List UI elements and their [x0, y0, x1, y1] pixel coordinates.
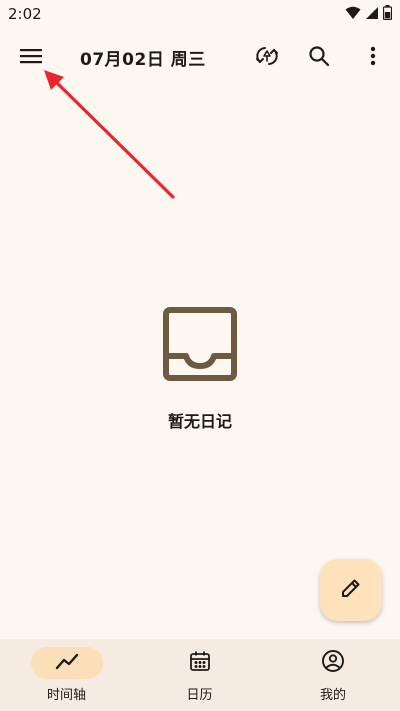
pencil-icon — [340, 577, 362, 603]
new-diary-fab[interactable] — [320, 559, 382, 621]
search-button[interactable] — [299, 38, 339, 78]
cell-signal-icon — [365, 5, 379, 24]
calendar-icon — [189, 650, 211, 676]
nav-active-indicator — [30, 647, 103, 679]
page-title: 07月02日 周三 — [80, 50, 206, 70]
nav-label-calendar: 日历 — [186, 688, 213, 703]
menu-button[interactable] — [11, 38, 51, 78]
empty-state: 暂无日记 — [0, 306, 400, 432]
top-app-bar: 07月02日 周三 — [0, 32, 400, 84]
more-options-button[interactable] — [353, 38, 393, 78]
nav-item-profile[interactable]: 我的 — [266, 639, 400, 711]
inbox-tray-icon — [162, 306, 238, 386]
timeline-icon — [55, 651, 79, 675]
battery-icon — [382, 4, 393, 24]
bottom-navigation: 时间轴 日历 我的 — [0, 639, 400, 711]
status-icons — [345, 4, 393, 24]
empty-message: 暂无日记 — [167, 412, 232, 431]
wifi-icon — [345, 5, 361, 24]
status-bar: 2:02 — [0, 0, 400, 28]
search-icon — [308, 45, 330, 71]
sync-button[interactable] — [247, 38, 287, 78]
status-time: 2:02 — [8, 5, 42, 23]
more-vert-icon — [370, 46, 376, 70]
nav-item-calendar[interactable]: 日历 — [133, 639, 266, 711]
nav-item-timeline[interactable]: 时间轴 — [0, 639, 133, 711]
account-circle-icon — [321, 649, 345, 677]
nav-label-timeline: 时间轴 — [46, 688, 86, 703]
nav-label-profile: 我的 — [319, 688, 346, 703]
menu-icon — [20, 48, 42, 68]
sync-icon — [255, 44, 279, 72]
